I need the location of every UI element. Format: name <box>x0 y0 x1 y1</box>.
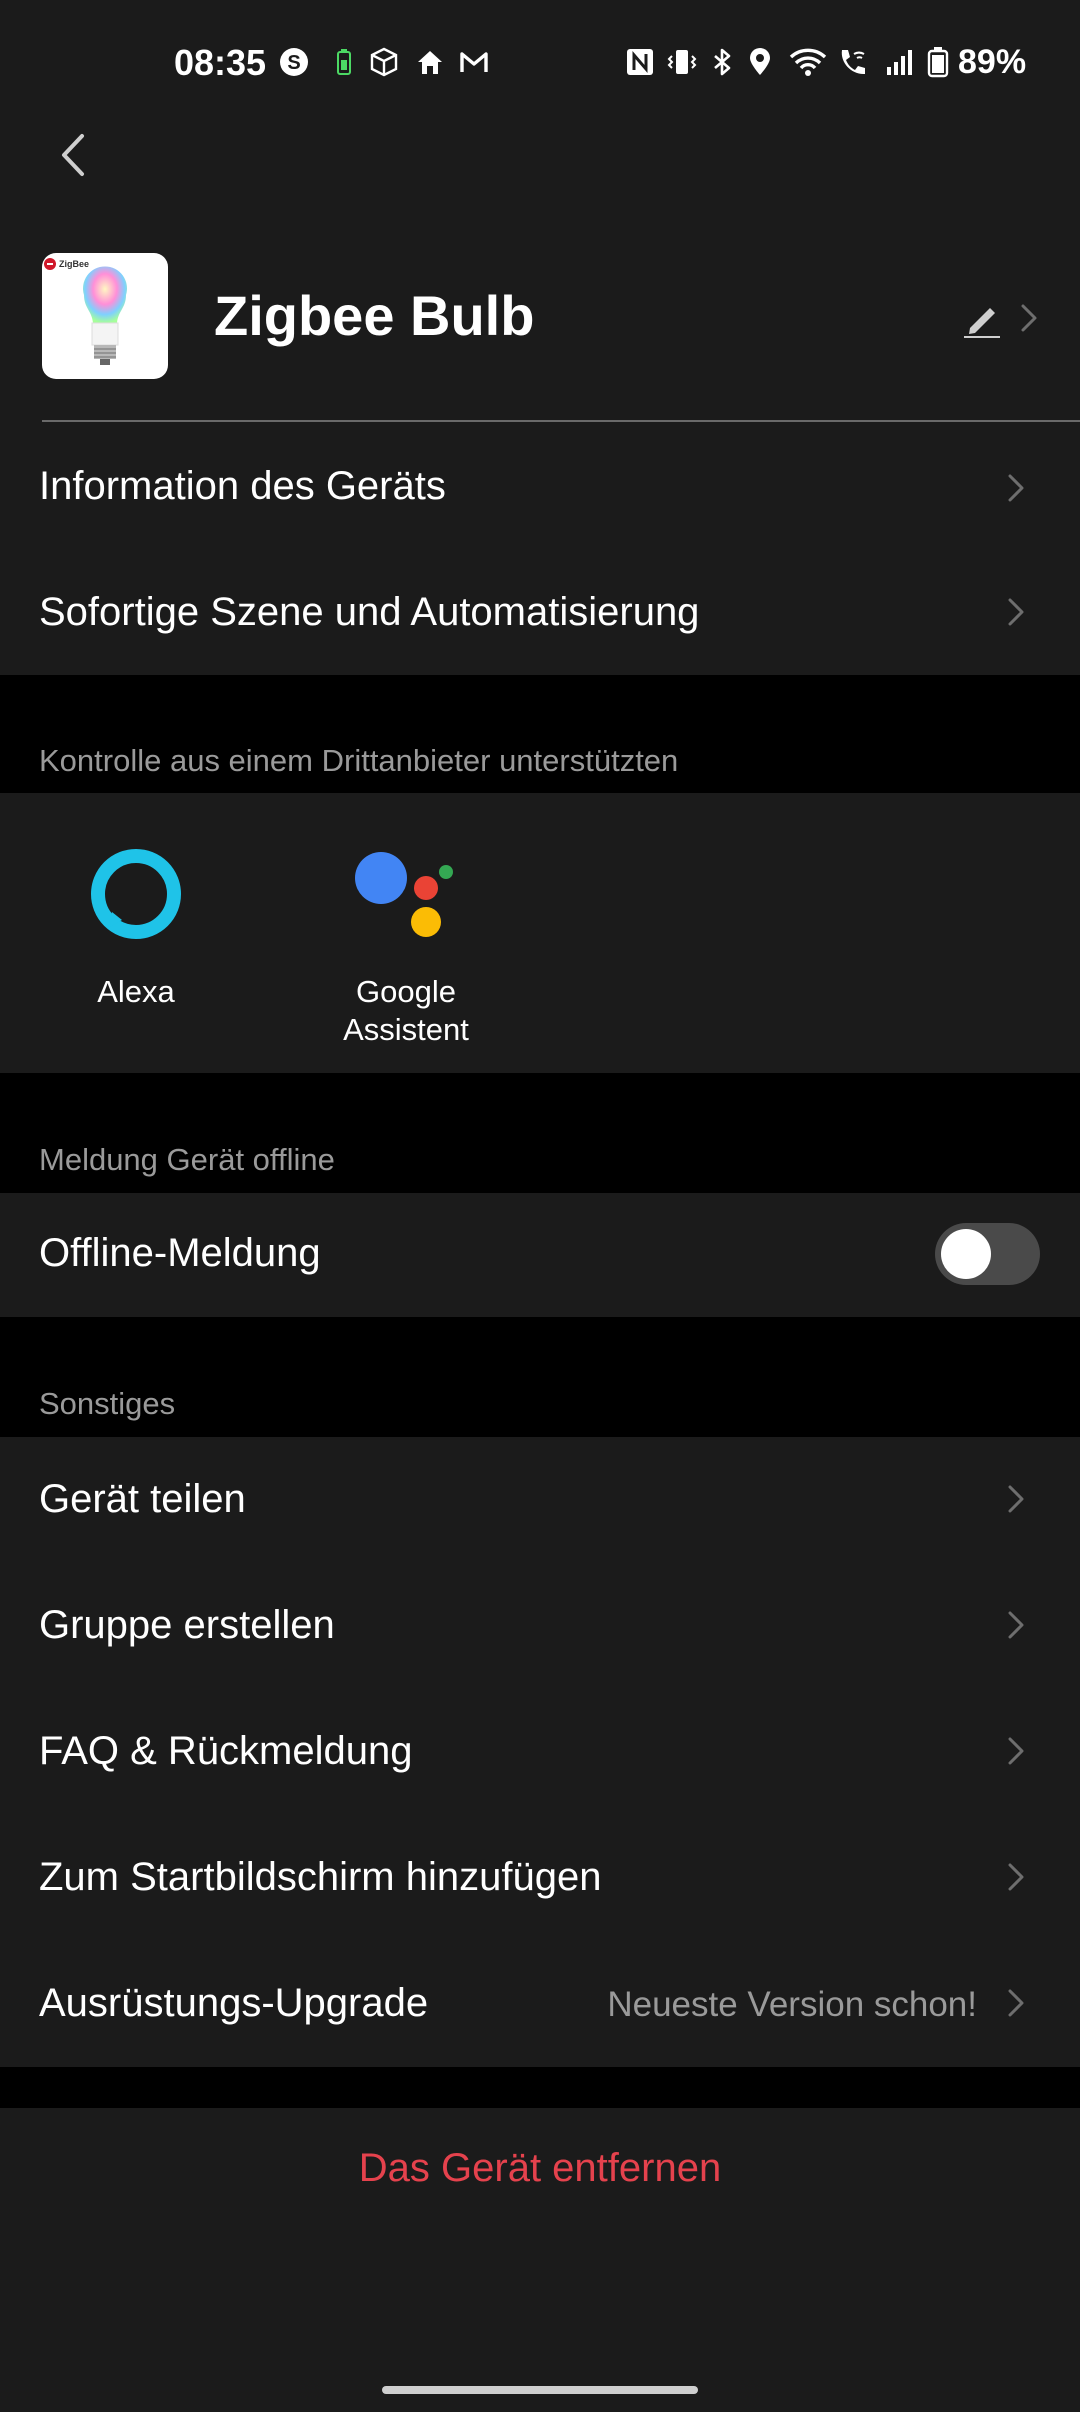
header-divider <box>42 420 1080 422</box>
offline-notification-row: Offline-Meldung <box>0 1193 1080 1317</box>
alexa-tile[interactable]: Alexa <box>62 830 210 1050</box>
section-label-offline: Meldung Gerät offline <box>39 1142 335 1177</box>
home-icon <box>418 51 442 74</box>
cube-icon <box>370 47 398 77</box>
alexa-label: Alexa <box>97 974 175 1009</box>
toggle-knob <box>941 1229 991 1279</box>
battery-percentage: 89% <box>958 43 1027 81</box>
svg-text:S: S <box>287 52 300 74</box>
menu-item-device-info[interactable]: Information des Geräts <box>0 426 1080 550</box>
menu-item-label: FAQ & Rückmeldung <box>39 1729 413 1773</box>
chevron-right-icon <box>1008 1989 1024 2017</box>
offline-notification-toggle[interactable] <box>935 1223 1040 1285</box>
alexa-icon <box>91 849 181 939</box>
google-assistant-tile[interactable]: Google Assistent <box>322 830 490 1060</box>
google-assistant-icon <box>355 852 453 937</box>
menu-item-share-device[interactable]: Gerät teilen <box>0 1437 1080 1563</box>
section-label-misc: Sonstiges <box>39 1386 176 1421</box>
menu-item-create-group[interactable]: Gruppe erstellen <box>0 1563 1080 1689</box>
zigbee-badge: ZigBee <box>59 259 89 269</box>
chevron-right-icon <box>1008 1863 1024 1891</box>
google-label-line1: Google <box>356 974 456 1009</box>
menu-item-add-to-homescreen[interactable]: Zum Startbildschirm hinzufügen <box>0 1815 1080 1941</box>
wifi-call-icon <box>841 50 865 75</box>
menu-item-label: Zum Startbildschirm hinzufügen <box>39 1855 602 1899</box>
menu-item-label: Gerät teilen <box>39 1477 246 1521</box>
offline-notification-label: Offline-Meldung <box>39 1231 321 1275</box>
menu-item-label: Information des Geräts <box>39 464 446 508</box>
edit-pencil-icon[interactable] <box>962 300 1002 340</box>
firmware-version-status: Neueste Version schon! <box>607 1985 977 2024</box>
remove-device-button[interactable]: Das Gerät entfernen <box>0 2108 1080 2228</box>
bluetooth-icon <box>714 48 731 76</box>
device-name: Zigbee Bulb <box>214 284 535 347</box>
chevron-right-icon <box>1008 1737 1024 1765</box>
status-time: 08:35 <box>174 42 267 83</box>
nfc-icon <box>627 49 653 75</box>
vibrate-icon <box>667 50 697 74</box>
menu-item-label: Sofortige Szene und Automatisierung <box>39 590 700 634</box>
chevron-right-icon <box>1008 598 1024 626</box>
location-icon <box>750 48 770 75</box>
skype-icon: S <box>280 48 308 76</box>
back-arrow-icon[interactable] <box>48 120 108 190</box>
chevron-right-icon <box>1008 474 1024 502</box>
menu-item-label: Ausrüstungs-Upgrade <box>39 1981 429 2025</box>
menu-item-scene-automation[interactable]: Sofortige Szene und Automatisierung <box>0 550 1080 674</box>
chevron-right-icon[interactable] <box>1018 298 1040 338</box>
battery-saver-icon <box>337 49 351 75</box>
zigbee-bulb-image: ZigBee <box>44 258 128 365</box>
google-label-line2: Assistent <box>343 1012 469 1047</box>
menu-item-label: Gruppe erstellen <box>39 1603 335 1647</box>
signal-icon <box>887 50 912 75</box>
battery-icon <box>927 47 949 78</box>
gmail-icon <box>460 52 488 72</box>
device-thumbnail: ZigBee <box>42 253 168 379</box>
wifi-icon <box>789 48 827 76</box>
chevron-right-icon <box>1008 1611 1024 1639</box>
menu-item-faq-feedback[interactable]: FAQ & Rückmeldung <box>0 1689 1080 1815</box>
home-indicator[interactable] <box>382 2386 698 2394</box>
section-band <box>0 2067 1080 2108</box>
section-label-third-party: Kontrolle aus einem Drittanbieter unters… <box>39 743 679 778</box>
status-bar <box>0 0 1080 125</box>
menu-item-firmware-upgrade[interactable]: Ausrüstungs-Upgrade Neueste Version scho… <box>0 1941 1080 2067</box>
chevron-right-icon <box>1008 1485 1024 1513</box>
